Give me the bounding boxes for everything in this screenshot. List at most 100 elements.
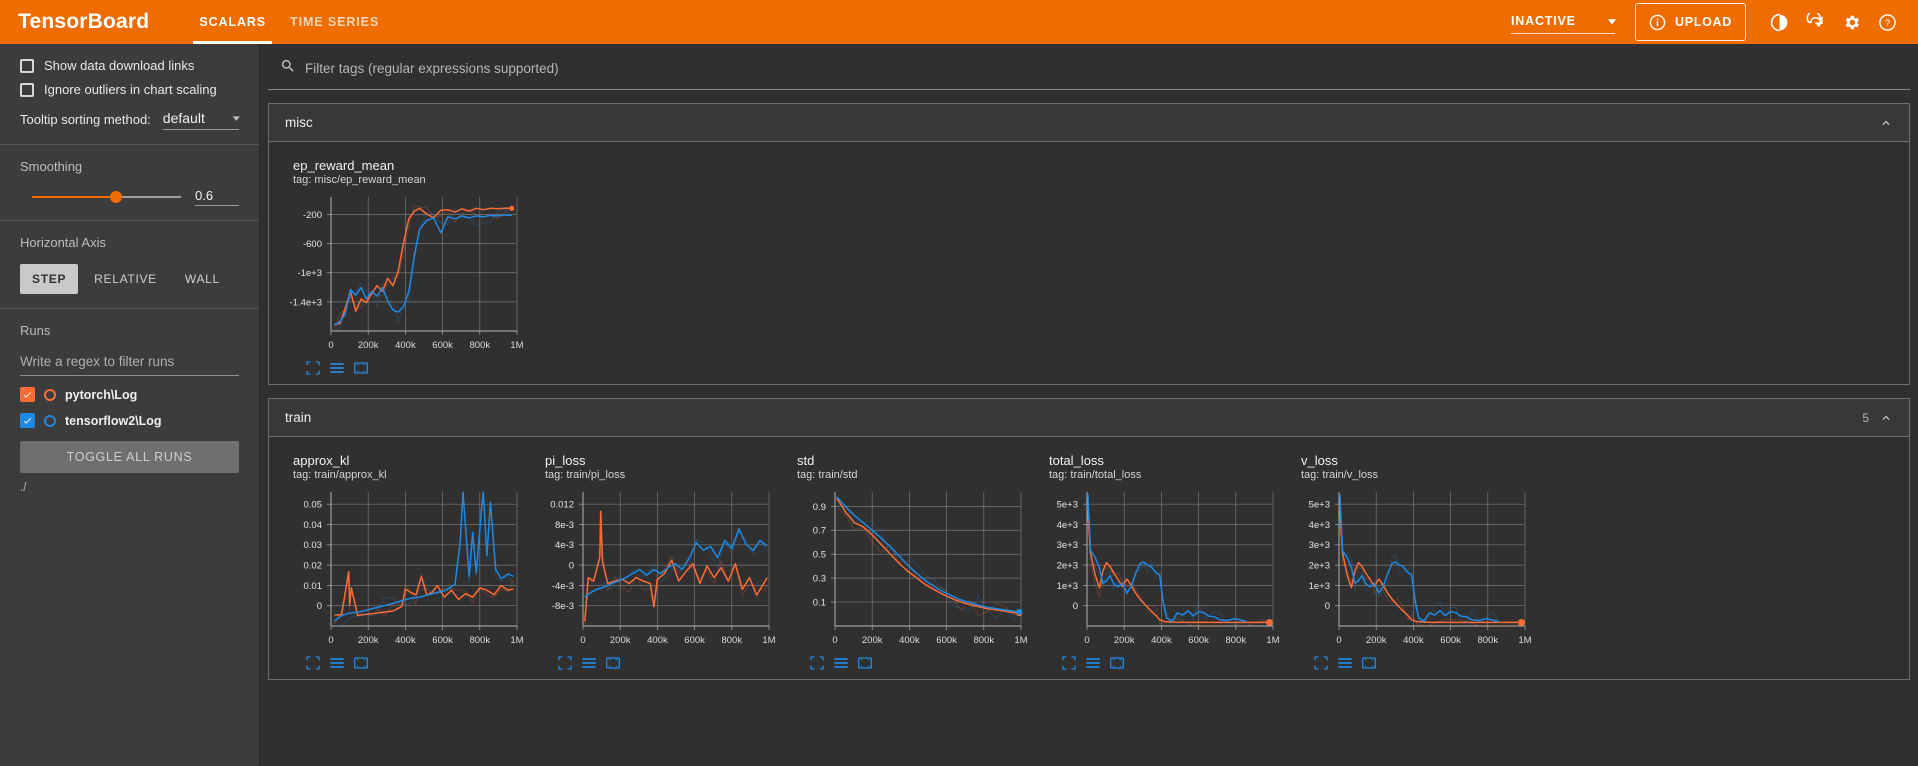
checkbox-show-data-download-links[interactable]: Show data download links [20,58,239,73]
svg-text:?: ? [1884,18,1889,29]
tag-filter-bar [268,44,1910,90]
expand-icon[interactable] [1061,655,1077,671]
svg-text:400k: 400k [647,635,668,646]
svg-text:200k: 200k [862,635,883,646]
checkbox-ignore-outliers[interactable]: Ignore outliers in chart scaling [20,82,239,97]
chevron-up-icon[interactable] [1879,116,1893,130]
tab-time-series[interactable]: TIME SERIES [278,0,391,44]
reset-zoom-icon[interactable] [1361,655,1377,671]
smoothing-slider[interactable] [20,190,181,204]
reset-zoom-icon[interactable] [353,655,369,671]
run-item-pytorch[interactable]: pytorch\Log [20,387,239,402]
svg-text:0.9: 0.9 [813,502,826,513]
app-brand: TensorBoard [18,10,150,33]
chart-toolbar [305,360,525,376]
chart-plot-v-loss[interactable]: 0 200k 400k 600k 800k 1M 5e+3 4e+3 3e+3 2e+3 1e+3 0 [1293,484,1533,652]
run-checkbox-icon[interactable] [20,387,35,402]
tooltip-sorting-label: Tooltip sorting method: [20,112,151,127]
menu-lines-icon[interactable] [833,655,849,671]
svg-text:0: 0 [317,601,322,612]
svg-text:-1.4e+3: -1.4e+3 [290,297,323,308]
menu-lines-icon[interactable] [1085,655,1101,671]
svg-text:0.3: 0.3 [813,574,826,585]
section-header-train[interactable]: train 5 [269,399,1909,437]
upload-button[interactable]: UPLOAD [1635,3,1746,41]
chart-toolbar [1313,655,1533,671]
svg-text:0: 0 [1073,601,1078,612]
checkbox-label: Ignore outliers in chart scaling [44,82,217,97]
expand-icon[interactable] [1313,655,1329,671]
help-icon[interactable]: ? [1870,5,1904,39]
settings-gear-icon[interactable] [1834,5,1868,39]
chart-card-total-loss: total_loss tag: train/total_loss 0 200k 40… [1035,449,1287,671]
toggle-all-runs-button[interactable]: TOGGLE ALL RUNS [20,441,239,473]
slider-thumb[interactable] [109,191,122,203]
svg-text:1M: 1M [1518,635,1531,646]
chart-plot-approx-kl[interactable]: 0 200k 400k 600k 800k 1M 0.05 0.04 0.03 0.02 0.01 0 [285,484,525,652]
menu-lines-icon[interactable] [1337,655,1353,671]
tooltip-sorting-select[interactable]: default ▾ [162,110,240,130]
chart-plot-pi-loss[interactable]: 0 200k 400k 600k 800k 1M 0.012 8e-3 4e-3 0 -4e-3 -8… [537,484,777,652]
chart-toolbar [809,655,1029,671]
axis-option-relative[interactable]: RELATIVE [82,264,169,294]
tag-filter-input[interactable] [305,61,1888,76]
settings-sidebar: Show data download links Ignore outliers… [0,44,260,766]
svg-text:1e+3: 1e+3 [1309,581,1330,592]
section-chart-count: 5 [1862,410,1869,425]
checkbox-box-icon [20,58,34,73]
svg-text:600k: 600k [432,635,453,646]
expand-icon[interactable] [557,655,573,671]
expand-icon[interactable] [305,360,321,376]
section-header-right [1879,116,1893,130]
menu-lines-icon[interactable] [581,655,597,671]
smoothing-row: 0.6 [20,188,239,206]
reset-zoom-icon[interactable] [857,655,873,671]
chart-plot-total-loss[interactable]: 0 200k 400k 600k 800k 1M 5e+3 4e+3 3e+3 2e+3 1e+3 0 [1041,484,1281,652]
brightness-icon[interactable] [1762,5,1796,39]
chart-title: std [797,453,815,468]
reset-zoom-icon[interactable] [1109,655,1125,671]
svg-text:400k: 400k [899,635,920,646]
svg-text:600k: 600k [432,340,453,351]
tab-scalars[interactable]: SCALARS [187,0,278,44]
search-icon [280,58,296,79]
nav-tabs: SCALARS TIME SERIES [187,0,391,44]
top-app-bar: TensorBoard SCALARS TIME SERIES INACTIVE… [0,0,1918,44]
svg-text:600k: 600k [1188,635,1209,646]
section-title: train [285,410,312,425]
run-name-label: tensorflow2\Log [65,413,162,428]
svg-text:1M: 1M [762,635,775,646]
svg-text:800k: 800k [469,635,490,646]
svg-text:-4e-3: -4e-3 [552,581,574,592]
refresh-icon[interactable] [1798,5,1832,39]
info-icon [1646,11,1668,33]
svg-text:0: 0 [1084,635,1089,646]
section-card-train: train 5 approx_kl tag: train/approx_kl 0… [268,398,1910,680]
expand-icon[interactable] [305,655,321,671]
svg-text:-8e-3: -8e-3 [552,601,574,612]
menu-lines-icon[interactable] [329,360,345,376]
runs-filter-input[interactable] [20,352,239,376]
run-status-select[interactable]: INACTIVE ▾ [1511,10,1615,34]
chevron-up-icon[interactable] [1879,411,1893,425]
chart-tag: tag: misc/ep_reward_mean [293,174,426,186]
reset-zoom-icon[interactable] [605,655,621,671]
svg-text:600k: 600k [1440,635,1461,646]
run-color-dot [44,388,56,401]
chart-plot-ep-reward-mean[interactable]: 0 200k 400k 600k 800k 1M -200 -600 -1e+3 -1.4e+3 [285,189,525,357]
reset-zoom-icon[interactable] [353,360,369,376]
svg-text:400k: 400k [395,635,416,646]
run-checkbox-icon[interactable] [20,413,35,428]
svg-text:1e+3: 1e+3 [1057,581,1078,592]
chart-plot-std[interactable]: 0 200k 400k 600k 800k 1M 0.9 0.7 0.5 0.3 0.1 [789,484,1029,652]
menu-lines-icon[interactable] [329,655,345,671]
smoothing-value-input[interactable]: 0.6 [195,188,239,206]
run-item-tensorflow2[interactable]: tensorflow2\Log [20,413,239,428]
expand-icon[interactable] [809,655,825,671]
section-header-misc[interactable]: misc [269,104,1909,142]
svg-text:0.012: 0.012 [550,500,574,511]
svg-text:600k: 600k [684,635,705,646]
axis-option-step[interactable]: STEP [20,264,79,294]
smoothing-label: Smoothing [20,159,83,174]
axis-option-wall[interactable]: WALL [173,264,232,294]
